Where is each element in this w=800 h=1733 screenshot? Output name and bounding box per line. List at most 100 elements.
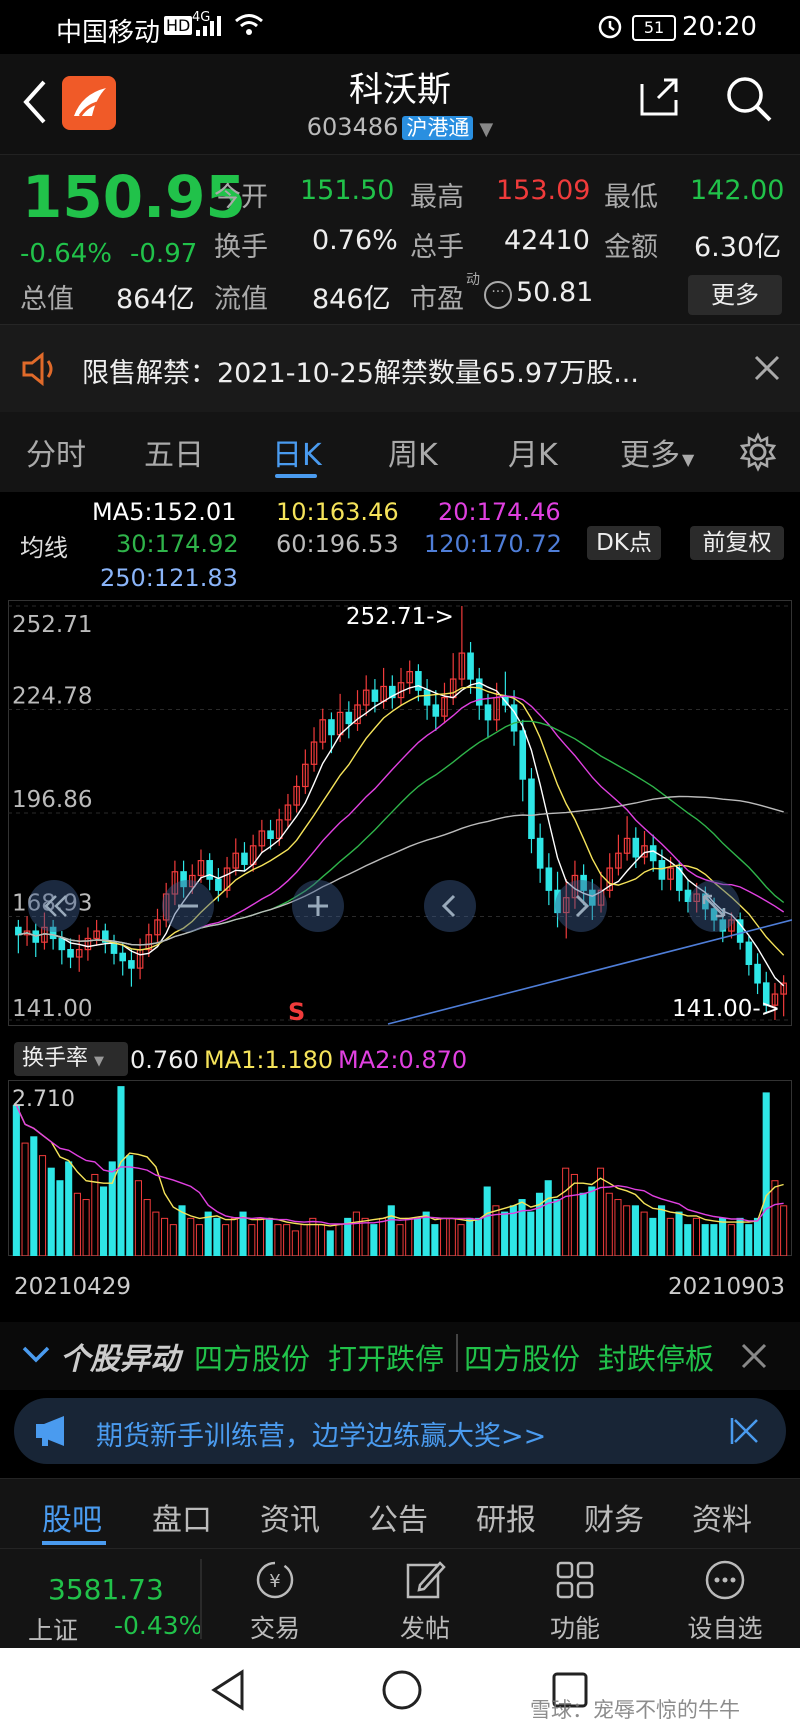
scroll-left-fast-button[interactable] — [28, 880, 80, 932]
add-watchlist-button[interactable]: 设自选 — [670, 1557, 780, 1645]
turnover-bar — [553, 1199, 561, 1256]
turnover-bar — [448, 1217, 456, 1256]
amount-label: 金额 — [604, 232, 658, 263]
movement-item1-name[interactable]: 四方股份 — [194, 1336, 310, 1378]
candle — [354, 690, 361, 731]
fullscreen-button[interactable] — [688, 880, 740, 932]
candle — [745, 934, 753, 976]
ma5-value: MA5:152.01 — [92, 498, 237, 526]
index-change: -0.43% — [114, 1611, 203, 1640]
settings-gear-icon[interactable] — [738, 432, 778, 476]
float-value: 846亿 — [312, 284, 391, 315]
tab-intraday[interactable]: 分时 — [26, 430, 86, 474]
turnover-bar — [692, 1217, 701, 1256]
signal-icon — [196, 14, 228, 45]
dropdown-caret-icon[interactable]: ▼ — [479, 119, 493, 140]
candle — [780, 975, 787, 1017]
close-icon[interactable] — [730, 1416, 760, 1450]
promo-banner[interactable]: 期货新手训练营，边学边练赢大奖>> — [14, 1398, 786, 1464]
candle — [15, 919, 22, 954]
dk-point-button[interactable]: DK点 — [587, 526, 661, 560]
tab-five-day[interactable]: 五日 — [144, 430, 204, 474]
edit-icon — [370, 1557, 480, 1609]
tab-weekly-k[interactable]: 周K — [388, 430, 438, 474]
alarm-icon — [596, 12, 624, 47]
turnover-bar — [65, 1161, 73, 1256]
indicator-selector[interactable]: 换手率 ▼ — [14, 1042, 128, 1076]
turnover-bar — [562, 1167, 570, 1256]
tab-announcements[interactable]: 公告 — [368, 1495, 428, 1539]
open-value: 151.50 — [300, 175, 395, 206]
tab-profile[interactable]: 资料 — [692, 1495, 752, 1539]
function-button[interactable]: 功能 — [520, 1557, 630, 1645]
share-icon[interactable] — [636, 74, 682, 124]
candle-body — [58, 937, 66, 951]
candle-body — [345, 711, 353, 725]
turnover-bar — [727, 1224, 735, 1256]
scroll-right-button[interactable] — [555, 880, 607, 932]
tab-forum[interactable]: 股吧 — [42, 1495, 102, 1539]
stock-code: 603486 — [306, 113, 399, 141]
tab-more[interactable]: 更多 ▼ — [620, 430, 694, 474]
movement-item2-action[interactable]: 封跌停板 — [598, 1336, 714, 1378]
turnover-chart[interactable]: 2.710 — [8, 1080, 792, 1256]
turnover-bar — [204, 1211, 212, 1256]
turnover-bar — [195, 1224, 204, 1256]
index-ticker[interactable]: 3581.73 上证 -0.43% — [0, 1549, 203, 1649]
turnover-bar — [152, 1211, 160, 1256]
movement-item2-name[interactable]: 四方股份 — [464, 1336, 580, 1378]
candle-body — [328, 719, 335, 736]
candle — [241, 842, 248, 872]
candle-body — [267, 830, 274, 840]
trade-button[interactable]: ¥ 交易 — [220, 1557, 330, 1645]
zoom-out-button[interactable] — [162, 880, 214, 932]
tab-monthly-k[interactable]: 月K — [508, 430, 558, 474]
candle-body — [423, 689, 431, 706]
turnover-bar — [675, 1211, 683, 1256]
tab-daily-k[interactable]: 日K — [272, 430, 322, 474]
candle — [128, 949, 135, 987]
candle — [606, 853, 614, 898]
kline-tabs: 分时 五日 日K 周K 月K 更多 ▼ — [0, 412, 800, 492]
ma10-value: 10:163.46 — [276, 498, 399, 526]
kline-chart[interactable]: 252.71224.78196.86168.93141.00252.71->14… — [8, 600, 792, 1026]
more-dots-icon[interactable]: ··· — [484, 281, 512, 309]
tab-more-label: 更多 — [620, 438, 680, 473]
post-button[interactable]: 发帖 — [370, 1557, 480, 1645]
yen-cycle-icon: ¥ — [220, 1557, 330, 1609]
notice-bar[interactable]: 限售解禁：2021-10-25解禁数量65.97万股... — [0, 324, 800, 414]
candle-body — [467, 652, 474, 680]
divider — [200, 1559, 202, 1639]
search-icon[interactable] — [724, 74, 774, 128]
turnover-bar — [570, 1173, 578, 1256]
close-icon[interactable] — [740, 1342, 768, 1374]
turnover-bar — [117, 1086, 125, 1256]
tab-financials[interactable]: 财务 — [584, 1495, 644, 1539]
turnover-bar — [161, 1217, 169, 1256]
close-icon[interactable] — [752, 353, 782, 387]
chevron-down-icon[interactable] — [20, 1344, 52, 1370]
tab-research[interactable]: 研报 — [476, 1495, 536, 1539]
movement-item1-action[interactable]: 打开跌停 — [328, 1336, 444, 1378]
status-bar: 中国移动 HD 4G 51 20:20 — [0, 0, 800, 54]
bottom-tabs: 股吧 盘口 资讯 公告 研报 财务 资料 — [0, 1478, 800, 1549]
forward-adjust-button[interactable]: 前复权 — [690, 526, 784, 560]
nav-back-icon[interactable] — [208, 1668, 248, 1716]
y-max-label: 2.710 — [12, 1087, 75, 1112]
turnover-bar — [274, 1224, 282, 1256]
turnover-bar — [326, 1230, 334, 1256]
candle — [110, 934, 118, 965]
nav-home-icon[interactable] — [380, 1668, 424, 1716]
post-label: 发帖 — [399, 1614, 450, 1643]
candle — [475, 667, 483, 720]
candle-body — [241, 852, 248, 865]
turnover-ma1: MA1:1.180 — [204, 1046, 334, 1074]
stock-movement-bar[interactable]: 个股异动 四方股份 打开跌停 四方股份 封跌停板 — [0, 1322, 800, 1390]
more-button[interactable]: 更多 — [688, 275, 782, 315]
scroll-left-button[interactable] — [424, 880, 476, 932]
tab-orderbook[interactable]: 盘口 — [152, 1495, 212, 1539]
zoom-in-button[interactable] — [292, 880, 344, 932]
candle-body — [215, 878, 222, 891]
tab-news[interactable]: 资讯 — [260, 1495, 320, 1539]
pe-value: 50.81 — [516, 277, 594, 308]
